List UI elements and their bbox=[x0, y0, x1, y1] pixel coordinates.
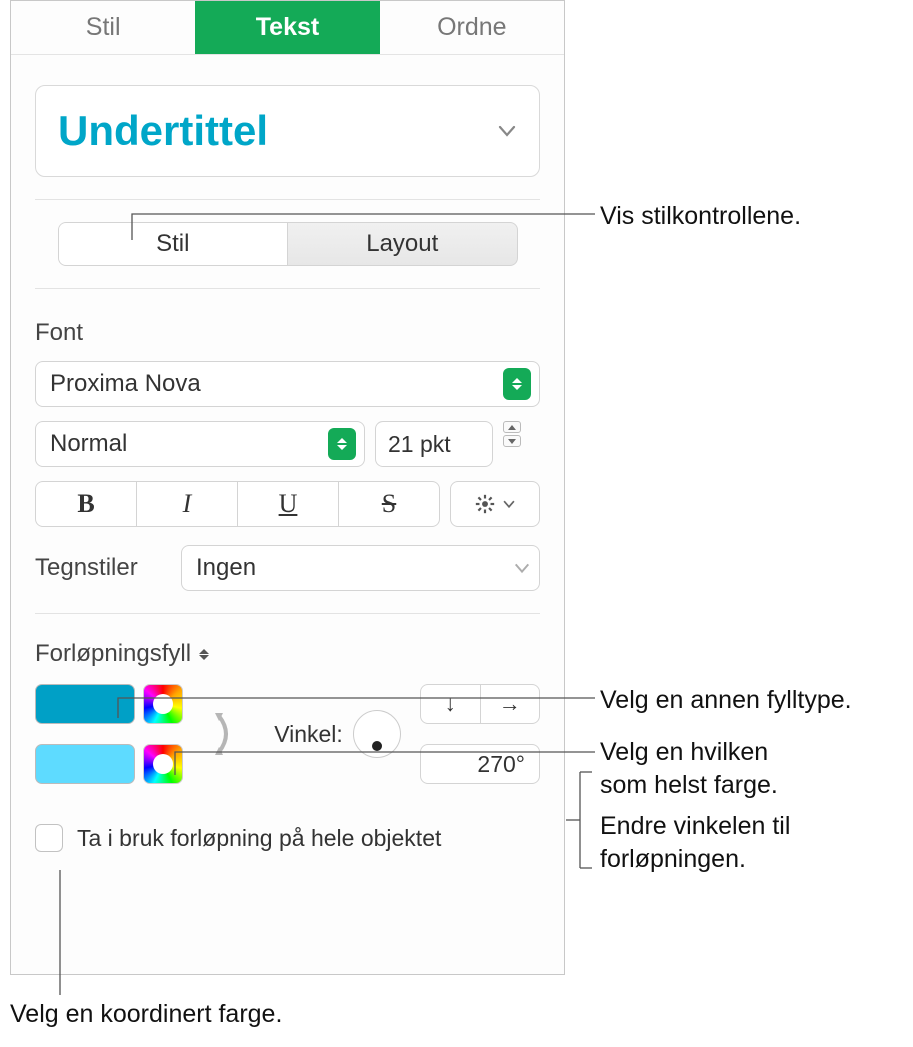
separator bbox=[35, 288, 540, 289]
stepper-down[interactable] bbox=[503, 435, 521, 447]
stepper-up[interactable] bbox=[503, 421, 521, 433]
font-weight-select[interactable]: Normal bbox=[35, 421, 365, 467]
chevron-down-icon bbox=[513, 559, 531, 577]
gradient-color-2-swatch[interactable] bbox=[35, 744, 135, 784]
font-family-value: Proxima Nova bbox=[50, 370, 201, 398]
callout-choose-fill-type: Velg en annen fylltype. bbox=[600, 684, 852, 718]
text-subtabs: Stil Layout bbox=[58, 222, 518, 266]
swap-arrows-icon bbox=[209, 704, 241, 764]
callout-show-style-controls: Vis stilkontrollene. bbox=[600, 200, 801, 234]
text-style-buttons: B I U S bbox=[35, 481, 440, 527]
tab-ordne[interactable]: Ordne bbox=[380, 1, 564, 54]
font-size-field[interactable]: 21 pkt bbox=[375, 421, 493, 467]
chevron-down-icon bbox=[502, 497, 516, 511]
fill-type-label: Forløpningsfyll bbox=[35, 640, 191, 668]
direction-right-button[interactable]: → bbox=[481, 685, 540, 723]
italic-button[interactable]: I bbox=[137, 482, 238, 526]
font-size-stepper[interactable] bbox=[503, 421, 521, 467]
font-weight-value: Normal bbox=[50, 430, 127, 458]
separator bbox=[35, 199, 540, 200]
char-styles-value: Ingen bbox=[196, 554, 256, 582]
paragraph-style-popup[interactable]: Undertittel bbox=[35, 85, 540, 177]
separator bbox=[35, 613, 540, 614]
gradient-color-1-swatch[interactable] bbox=[35, 684, 135, 724]
callout-choose-coord-color: Velg en koordinert farge. bbox=[10, 1000, 282, 1029]
char-styles-select[interactable]: Ingen bbox=[181, 545, 540, 591]
fill-type-popup[interactable]: Forløpningsfyll bbox=[35, 640, 540, 668]
paragraph-style-label: Undertittel bbox=[58, 107, 268, 155]
color-wheel-button-2[interactable] bbox=[143, 744, 183, 784]
inspector-top-tabs: Stil Tekst Ordne bbox=[11, 1, 564, 55]
bold-button[interactable]: B bbox=[36, 482, 137, 526]
color-wheel-button-1[interactable] bbox=[143, 684, 183, 724]
apply-whole-object-label: Ta i bruk forløpning på hele objektet bbox=[77, 825, 441, 852]
direction-down-button[interactable]: ↓ bbox=[421, 685, 481, 723]
strikethrough-button[interactable]: S bbox=[339, 482, 439, 526]
font-section-label: Font bbox=[35, 319, 540, 347]
direction-buttons: ↓ → bbox=[420, 684, 540, 724]
font-size-value: 21 pkt bbox=[388, 431, 451, 458]
tab-tekst[interactable]: Tekst bbox=[195, 1, 379, 54]
updown-icon bbox=[199, 649, 209, 660]
callout-choose-any-color: Velg en hvilken som helst farge. bbox=[600, 736, 778, 801]
angle-value: 270° bbox=[477, 751, 525, 778]
subtab-layout[interactable]: Layout bbox=[288, 223, 517, 265]
updown-icon bbox=[503, 368, 531, 400]
tab-stil[interactable]: Stil bbox=[11, 1, 195, 54]
font-family-select[interactable]: Proxima Nova bbox=[35, 361, 540, 407]
format-inspector-panel: Stil Tekst Ordne Undertittel Stil Layout… bbox=[10, 0, 565, 975]
swap-colors-button[interactable] bbox=[195, 704, 255, 764]
angle-dial[interactable] bbox=[353, 710, 401, 758]
char-styles-label: Tegnstiler bbox=[35, 554, 165, 582]
updown-icon bbox=[328, 428, 356, 460]
callout-change-angle: Endre vinkelen til forløpningen. bbox=[600, 810, 790, 875]
chevron-down-icon bbox=[497, 121, 517, 141]
angle-value-field[interactable]: 270° bbox=[420, 744, 540, 784]
apply-whole-object-checkbox[interactable] bbox=[35, 824, 63, 852]
underline-button[interactable]: U bbox=[238, 482, 339, 526]
subtab-stil[interactable]: Stil bbox=[59, 223, 289, 265]
advanced-options-button[interactable] bbox=[450, 481, 540, 527]
gear-icon bbox=[474, 493, 496, 515]
angle-label: Vinkel: bbox=[274, 721, 343, 748]
